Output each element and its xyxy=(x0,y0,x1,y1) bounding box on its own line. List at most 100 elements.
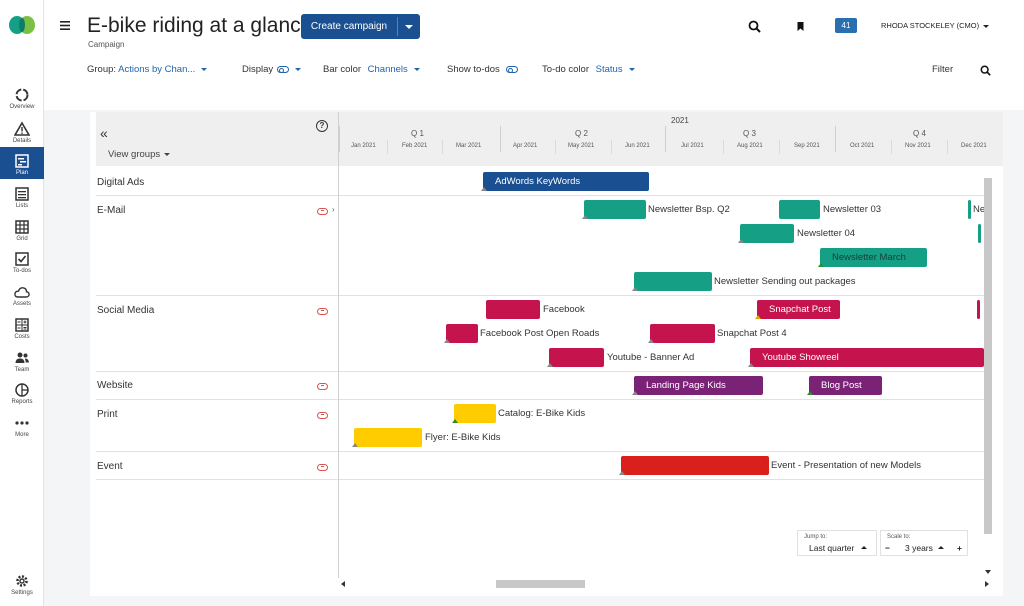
link-icon[interactable] xyxy=(317,412,328,419)
chevron-right-icon[interactable]: › xyxy=(332,205,335,214)
page-header: E-bike riding at a glance Campaign Creat… xyxy=(44,0,1024,110)
quarter-tick xyxy=(500,126,501,152)
marker-icon xyxy=(738,239,744,243)
bar-label: Event - Presentation of new Models xyxy=(771,460,921,471)
month-label: Jun 2021 xyxy=(625,143,650,149)
gantt-bar[interactable]: Snapchat Post xyxy=(757,300,840,319)
marker-icon xyxy=(807,391,813,395)
gantt-bar[interactable]: Blog Post xyxy=(809,376,882,395)
nav-settings[interactable]: Settings xyxy=(0,573,44,603)
notification-badge[interactable]: 41 xyxy=(835,18,857,33)
group-selector[interactable]: Group: Actions by Chan... xyxy=(87,64,208,75)
gantt-bar[interactable] xyxy=(486,300,540,319)
gantt-bar[interactable] xyxy=(446,324,478,343)
search-icon[interactable] xyxy=(980,65,991,76)
link-icon[interactable] xyxy=(317,308,328,315)
jump-to-control[interactable]: Jump to: Last quarter xyxy=(797,530,877,556)
gantt-bar[interactable] xyxy=(968,200,971,219)
group-label-email: E-Mail xyxy=(97,205,126,216)
timeline-header: 2021 Q 1 Q 2 Q 3 Q 4 Jan 2021 Feb 2021 M… xyxy=(338,112,1003,166)
marker-icon xyxy=(632,287,638,291)
scrollbar-thumb[interactable] xyxy=(496,580,585,588)
scrollbar-thumb[interactable] xyxy=(984,178,992,534)
marker-icon xyxy=(648,339,654,343)
filter-button[interactable]: Filter xyxy=(932,64,953,75)
gear-icon xyxy=(16,575,28,587)
app-logo[interactable] xyxy=(8,14,36,36)
view-groups-dropdown[interactable]: View groups xyxy=(108,149,171,160)
vertical-scrollbar[interactable] xyxy=(984,178,992,578)
nav-more[interactable]: More xyxy=(0,415,44,445)
month-label: Mar 2021 xyxy=(456,143,482,149)
gantt-bar[interactable] xyxy=(354,428,422,447)
nav-team[interactable]: Team xyxy=(0,350,44,380)
minus-icon[interactable]: − xyxy=(885,543,890,553)
quarter-label: Q 2 xyxy=(575,129,588,138)
chevron-down-icon xyxy=(628,67,635,71)
user-name: RHODA STOCKELEY (CMO) xyxy=(881,21,980,30)
nav-reports[interactable]: Reports xyxy=(0,382,44,412)
link-icon[interactable] xyxy=(317,208,328,215)
bar-color-selector[interactable]: Bar color Channels xyxy=(323,64,420,75)
help-icon[interactable]: ? xyxy=(316,120,328,132)
timeline-divider xyxy=(338,166,339,578)
calculator-icon xyxy=(15,318,29,332)
group-label-digital-ads: Digital Ads xyxy=(97,177,145,188)
page-title: E-bike riding at a glance xyxy=(87,14,313,37)
display-selector[interactable]: Display xyxy=(242,64,302,75)
gantt-bar[interactable] xyxy=(740,224,794,243)
bookmark-icon[interactable] xyxy=(794,20,807,33)
todo-color-value: Status xyxy=(595,64,623,75)
month-tick xyxy=(723,140,724,154)
user-menu[interactable]: RHODA STOCKELEY (CMO) xyxy=(881,21,990,30)
nav-label: Team xyxy=(14,367,30,373)
scroll-right-icon[interactable] xyxy=(985,581,989,587)
left-nav-rail: Overview Details Plan Lists Grid To-dos … xyxy=(0,0,44,606)
marker-icon xyxy=(452,419,458,423)
gantt-bar[interactable] xyxy=(978,224,981,243)
month-label: Jan 2021 xyxy=(351,143,376,149)
chevron-up-icon xyxy=(861,546,867,549)
scroll-down-icon[interactable] xyxy=(985,570,991,574)
nav-assets[interactable]: Assets xyxy=(0,284,44,314)
plus-icon[interactable]: + xyxy=(957,543,962,553)
todo-color-selector[interactable]: To-do color Status xyxy=(542,64,635,75)
scroll-left-icon[interactable] xyxy=(341,581,345,587)
nav-grid[interactable]: Grid xyxy=(0,219,44,249)
groups-header: « ? View groups xyxy=(96,112,338,166)
chevron-down-icon[interactable] xyxy=(405,25,413,29)
create-campaign-button[interactable]: Create campaign xyxy=(301,14,420,39)
gantt-bar[interactable] xyxy=(779,200,820,219)
gantt-bar[interactable] xyxy=(549,348,604,367)
nav-label: Costs xyxy=(14,334,30,340)
month-tick xyxy=(779,140,780,154)
bar-label: Catalog: E-Bike Kids xyxy=(498,408,586,419)
bar-color-label: Bar color xyxy=(323,64,362,75)
toggle-icon xyxy=(505,65,518,73)
gantt-bar[interactable]: AdWords KeyWords xyxy=(483,172,649,191)
gantt-bar[interactable] xyxy=(634,272,712,291)
gantt-bar[interactable] xyxy=(977,300,980,319)
gantt-bar[interactable]: Youtube Showreel xyxy=(750,348,984,367)
scale-to-control[interactable]: Scale to: − 3 years + xyxy=(880,530,968,556)
nav-overview[interactable]: Overview xyxy=(0,87,44,117)
nav-costs[interactable]: Costs xyxy=(0,317,44,347)
gantt-bar[interactable] xyxy=(584,200,646,219)
nav-lists[interactable]: Lists xyxy=(0,186,44,216)
search-icon[interactable] xyxy=(748,20,761,33)
gantt-bar[interactable] xyxy=(650,324,715,343)
link-icon[interactable] xyxy=(317,383,328,390)
menu-icon[interactable] xyxy=(60,21,70,30)
gantt-bar[interactable] xyxy=(454,404,496,423)
page-subtitle: Campaign xyxy=(88,40,125,49)
show-todos-toggle[interactable]: Show to-dos xyxy=(447,64,518,75)
gantt-bar[interactable]: Landing Page Kids xyxy=(634,376,763,395)
gantt-bar[interactable] xyxy=(621,456,769,475)
gantt-bar[interactable]: Newsletter March xyxy=(820,248,927,267)
nav-todos[interactable]: To-dos xyxy=(0,251,44,281)
nav-label: Assets xyxy=(12,301,31,307)
link-icon[interactable] xyxy=(317,464,328,471)
collapse-panel-icon[interactable]: « xyxy=(100,126,108,140)
nav-plan[interactable]: Plan xyxy=(0,147,44,179)
horizontal-scrollbar[interactable] xyxy=(338,579,992,589)
